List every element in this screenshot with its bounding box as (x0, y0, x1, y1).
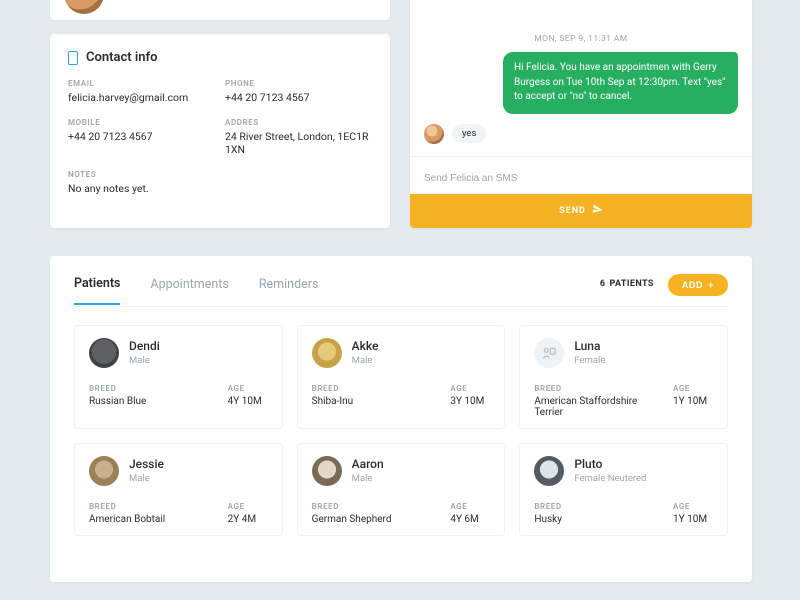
patients-count-number: 6 (600, 279, 606, 289)
patients-panel: Patients Appointments Reminders 6 PATIEN… (50, 256, 752, 582)
patient-card[interactable]: Akke Male BREED Shiba-Inu AGE 3Y 10M (297, 325, 506, 429)
patient-card[interactable]: Aaron Male BREED German Shepherd AGE 4Y 6M (297, 443, 506, 536)
contact-info-card: Contact info EMAIL felicia.harvey@gmail.… (50, 34, 390, 228)
breed-value: American Staffordshire Terrier (534, 396, 663, 418)
breed-value: Husky (534, 514, 562, 525)
contact-icon (68, 51, 78, 65)
address-label: ADDRES (225, 118, 372, 127)
chat-input[interactable] (424, 173, 738, 184)
email-label: EMAIL (68, 79, 215, 88)
age-value: 1Y 10M (673, 396, 713, 407)
age-label: AGE (228, 384, 268, 393)
patient-name: Dendi (129, 340, 160, 353)
owner-summary-fragment (50, 0, 390, 20)
patient-avatar (89, 456, 119, 486)
send-button[interactable]: SEND (410, 194, 752, 228)
notes-value: No any notes yet. (68, 182, 372, 195)
patient-gender: Female Neutered (574, 473, 646, 484)
add-button[interactable]: ADD + (668, 274, 728, 296)
mobile-label: MOBILE (68, 118, 215, 127)
patient-name: Aaron (352, 458, 384, 471)
age-value: 1Y 10M (673, 514, 713, 525)
patient-name: Jessie (129, 458, 164, 471)
patient-card[interactable]: Luna Female BREED American Staffordshire Te… (519, 325, 728, 429)
breed-label: BREED (312, 502, 392, 511)
phone-value[interactable]: +44 20 7123 4567 (225, 91, 372, 104)
patient-gender: Male (129, 355, 160, 366)
patient-avatar (312, 456, 342, 486)
add-label: ADD (682, 280, 703, 290)
breed-label: BREED (534, 384, 663, 393)
chat-reply-message: yes (452, 124, 486, 143)
patient-avatar (312, 338, 342, 368)
tab-reminders[interactable]: Reminders (259, 277, 319, 304)
send-icon (591, 203, 604, 219)
patient-gender: Male (352, 473, 384, 484)
patient-name: Pluto (574, 458, 646, 471)
patient-gender: Female (574, 355, 605, 366)
chat-body: MON, SEP 9, 11:31 AM Hi Felicia. You hav… (410, 0, 752, 156)
mobile-value[interactable]: +44 20 7123 4567 (68, 130, 215, 143)
plus-icon: + (708, 280, 714, 290)
patient-card[interactable]: Jessie Male BREED American Bobtail AGE 2Y 4M (74, 443, 283, 536)
age-label: AGE (450, 502, 490, 511)
tab-patients[interactable]: Patients (74, 276, 120, 305)
patient-name: Akke (352, 340, 379, 353)
patient-gender: Male (129, 473, 164, 484)
age-label: AGE (673, 384, 713, 393)
address-value: 24 River Street, London, 1EC1R 1XN (225, 130, 372, 156)
chat-date: MON, SEP 9, 11:31 AM (424, 34, 738, 44)
tab-appointments[interactable]: Appointments (150, 277, 228, 304)
breed-label: BREED (89, 502, 165, 511)
patient-name: Luna (574, 340, 605, 353)
patients-grid: Dendi Male BREED Russian Blue AGE 4Y 10M Akke M… (74, 325, 728, 536)
age-label: AGE (450, 384, 490, 393)
chat-panel: MON, SEP 9, 11:31 AM Hi Felicia. You hav… (410, 0, 752, 228)
age-label: AGE (673, 502, 713, 511)
patients-count: 6 PATIENTS (600, 279, 654, 301)
owner-avatar (64, 0, 104, 14)
breed-value: Shiba-Inu (312, 396, 353, 407)
email-value[interactable]: felicia.harvey@gmail.com (68, 91, 215, 104)
patient-avatar (534, 456, 564, 486)
notes-label: NOTES (68, 170, 372, 179)
patient-card[interactable]: Dendi Male BREED Russian Blue AGE 4Y 10M (74, 325, 283, 429)
contact-title-text: Contact info (86, 50, 157, 65)
age-value: 3Y 10M (450, 396, 490, 407)
age-value: 4Y 6M (450, 514, 490, 525)
age-value: 2Y 4M (228, 514, 268, 525)
breed-label: BREED (312, 384, 353, 393)
patient-avatar (89, 338, 119, 368)
chat-input-row (410, 156, 752, 194)
breed-value: Russian Blue (89, 396, 146, 407)
send-label: SEND (559, 206, 586, 216)
breed-value: American Bobtail (89, 514, 165, 525)
patient-gender: Male (352, 355, 379, 366)
patient-avatar (534, 338, 564, 368)
phone-label: PHONE (225, 79, 372, 88)
breed-label: BREED (534, 502, 562, 511)
breed-value: German Shepherd (312, 514, 392, 525)
chat-reply-avatar (424, 124, 444, 144)
tabs-row: Patients Appointments Reminders 6 PATIEN… (74, 274, 728, 307)
breed-label: BREED (89, 384, 146, 393)
patient-card[interactable]: Pluto Female Neutered BREED Husky AGE 1Y 10M (519, 443, 728, 536)
contact-info-title: Contact info (68, 50, 372, 65)
age-label: AGE (228, 502, 268, 511)
patients-count-label: PATIENTS (610, 279, 654, 289)
age-value: 4Y 10M (228, 396, 268, 407)
chat-outgoing-message: Hi Felicia. You have an appointmen with … (503, 52, 738, 114)
